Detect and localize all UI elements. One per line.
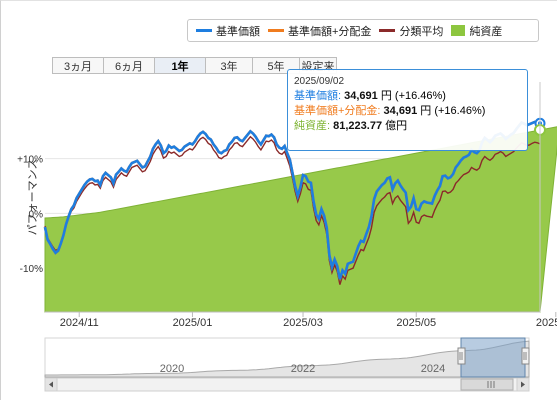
- x-tick-label: 2025/05: [396, 317, 436, 329]
- tooltip-row-nav-dividend: 基準価額+分配金: 34,691 円 (+16.46%): [294, 104, 521, 119]
- tooltip-assets-value: 81,223.77: [333, 120, 383, 132]
- tooltip-row-nav: 基準価額: 34,691 円 (+16.46%): [294, 89, 521, 104]
- scrollbar-thumb[interactable]: [460, 378, 514, 391]
- tooltip-navdiv-unit: 円: [420, 105, 432, 117]
- tooltip-nav-unit: 円: [380, 90, 392, 102]
- x-tick-label: 2025/07: [536, 317, 557, 329]
- tooltip-date: 2025/09/02: [294, 76, 345, 87]
- performance-chart: +10%0%-10%パフォーマンス2024/11 2025/01 2025/03 20…: [17, 82, 557, 392]
- tooltip-assets-unit: 億円: [385, 120, 408, 132]
- navigator-x-label: 2020: [160, 363, 184, 375]
- tooltip-navdiv-value: 34,691: [383, 105, 418, 117]
- tooltip-navdiv-change: (+16.46%): [434, 105, 486, 117]
- tooltip-navdiv-label: 基準価額+分配金:: [294, 105, 381, 117]
- y-axis-label: パフォーマンス: [26, 159, 39, 236]
- x-tick-label: 2025/01: [173, 317, 213, 329]
- x-tick-label: 2025/03: [283, 317, 323, 329]
- tooltip-nav-change: (+16.46%): [394, 90, 446, 102]
- navigator-x-label: 2024: [421, 363, 445, 375]
- navigator-x-label: 2022: [291, 363, 315, 375]
- tooltip-nav-value: 34,691: [344, 90, 378, 102]
- navigator-selection[interactable]: [460, 337, 526, 378]
- tooltip-assets-label: 純資産:: [294, 120, 331, 132]
- scrollbar-track[interactable]: [44, 377, 530, 392]
- y-tick-label: -10%: [20, 264, 43, 275]
- chart-tooltip: 2025/09/02 基準価額: 34,691 円 (+16.46%) 基準価額…: [287, 69, 528, 151]
- tooltip-row-assets: 純資産: 81,223.77 億円: [294, 119, 521, 134]
- tooltip-nav-label: 基準価額:: [294, 90, 342, 102]
- x-tick-label: 2024/11: [60, 317, 99, 329]
